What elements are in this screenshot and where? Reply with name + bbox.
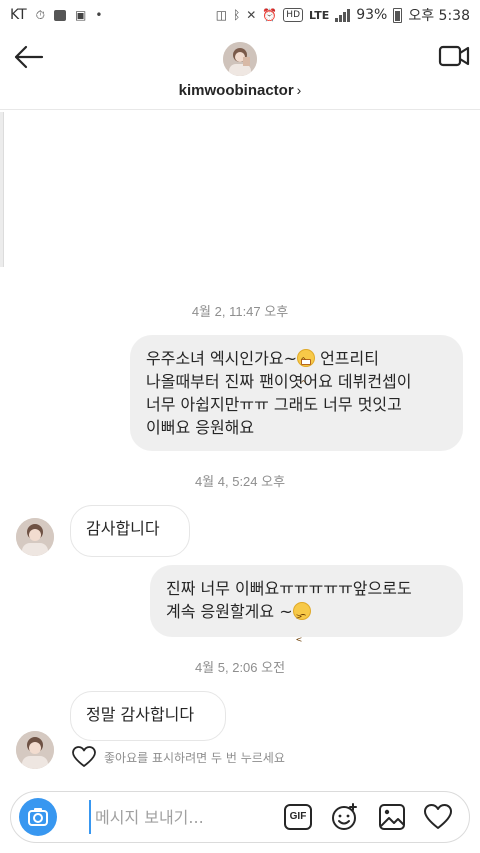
network-label: LTE xyxy=(309,8,330,22)
activity-icon: ▣ xyxy=(75,8,87,22)
message-notification-icon xyxy=(54,9,67,21)
persevering-face-emoji xyxy=(292,602,311,651)
outgoing-message[interactable]: 진짜 너무 이뻐요ㅠㅠㅠㅠㅠ앞으로도 계속 응원할게요 ~ xyxy=(150,565,463,651)
clock: 오후 5:38 xyxy=(408,8,470,24)
image-icon[interactable] xyxy=(377,802,407,832)
message-text: 정말 감사합니다 xyxy=(86,705,195,724)
camera-icon xyxy=(28,808,48,826)
outgoing-message[interactable]: 우주소녀 엑시인가요~ 언프리티 나올때부터 진짜 팬이엿어요 데뷔컨셉이 너무… xyxy=(130,335,463,451)
more-dots-icon: • xyxy=(95,8,103,22)
sender-avatar[interactable] xyxy=(16,518,54,556)
alarm-icon: ⏰ xyxy=(262,8,278,22)
header-avatar[interactable] xyxy=(223,42,257,76)
heart-icon[interactable] xyxy=(72,746,96,768)
battery-percent: 93% xyxy=(356,7,388,23)
gif-button[interactable]: GIF xyxy=(284,804,312,830)
sticker-icon[interactable] xyxy=(329,802,359,832)
hd-icon: HD xyxy=(283,8,303,22)
message-line: 우주소녀 엑시인가요~ 언프리티 xyxy=(146,347,447,395)
chat-username[interactable]: kimwoobinactor › xyxy=(0,82,480,99)
avatar-photo xyxy=(223,42,257,76)
username-text: kimwoobinactor xyxy=(178,82,294,99)
nfc-icon: ◫ xyxy=(215,8,228,22)
bluetooth-icon: ᛒ xyxy=(233,8,241,22)
carrier-label: KT xyxy=(10,7,27,23)
grinning-face-emoji xyxy=(296,349,315,395)
heart-icon[interactable] xyxy=(423,802,453,832)
message-line: 이뻐요 응원해요 xyxy=(146,418,255,437)
timer-icon: ⏱ xyxy=(35,8,46,22)
video-call-icon[interactable] xyxy=(438,43,470,69)
sender-avatar[interactable] xyxy=(16,731,54,769)
mute-icon: ✕ xyxy=(246,8,257,22)
camera-button[interactable] xyxy=(19,798,57,836)
scrollbar[interactable] xyxy=(0,112,4,267)
message-composer: GIF xyxy=(10,791,470,843)
avatar-photo xyxy=(16,731,54,769)
chat-header: kimwoobinactor › xyxy=(0,30,480,110)
back-arrow-icon[interactable] xyxy=(12,40,46,74)
message-line: 나올때부터 진짜 팬이엿어요 데뷔컨셉이 xyxy=(146,372,412,391)
timestamp: 4월 5, 2:06 오전 xyxy=(194,660,286,675)
status-bar: KT ⏱ ▣ • ◫ ᛒ ✕ ⏰ HD LTE 93% 오후 5:38 xyxy=(0,0,480,30)
message-text: 감사합니다 xyxy=(86,519,160,538)
timestamp: 4월 4, 5:24 오후 xyxy=(194,474,286,489)
message-line: 진짜 너무 이뻐요ㅠㅠㅠㅠㅠ앞으로도 xyxy=(166,579,412,598)
incoming-message[interactable]: 감사합니다 xyxy=(70,505,190,557)
like-hint-row: 좋아요를 표시하려면 두 번 누르세요 xyxy=(72,744,285,770)
battery-icon xyxy=(393,7,403,23)
timestamp: 4월 2, 11:47 오후 xyxy=(191,304,289,319)
avatar-photo xyxy=(16,518,54,556)
message-input[interactable] xyxy=(89,800,269,834)
message-line: 계속 응원할게요 ~ xyxy=(166,600,447,651)
message-line: 너무 아쉽지만ㅠㅠ 그래도 너무 멋잇고 xyxy=(146,395,402,414)
chevron-right-icon: › xyxy=(296,82,302,98)
like-hint-text: 좋아요를 표시하려면 두 번 누르세요 xyxy=(104,750,285,765)
incoming-message[interactable]: 정말 감사합니다 xyxy=(70,691,226,741)
signal-icon xyxy=(335,8,351,22)
